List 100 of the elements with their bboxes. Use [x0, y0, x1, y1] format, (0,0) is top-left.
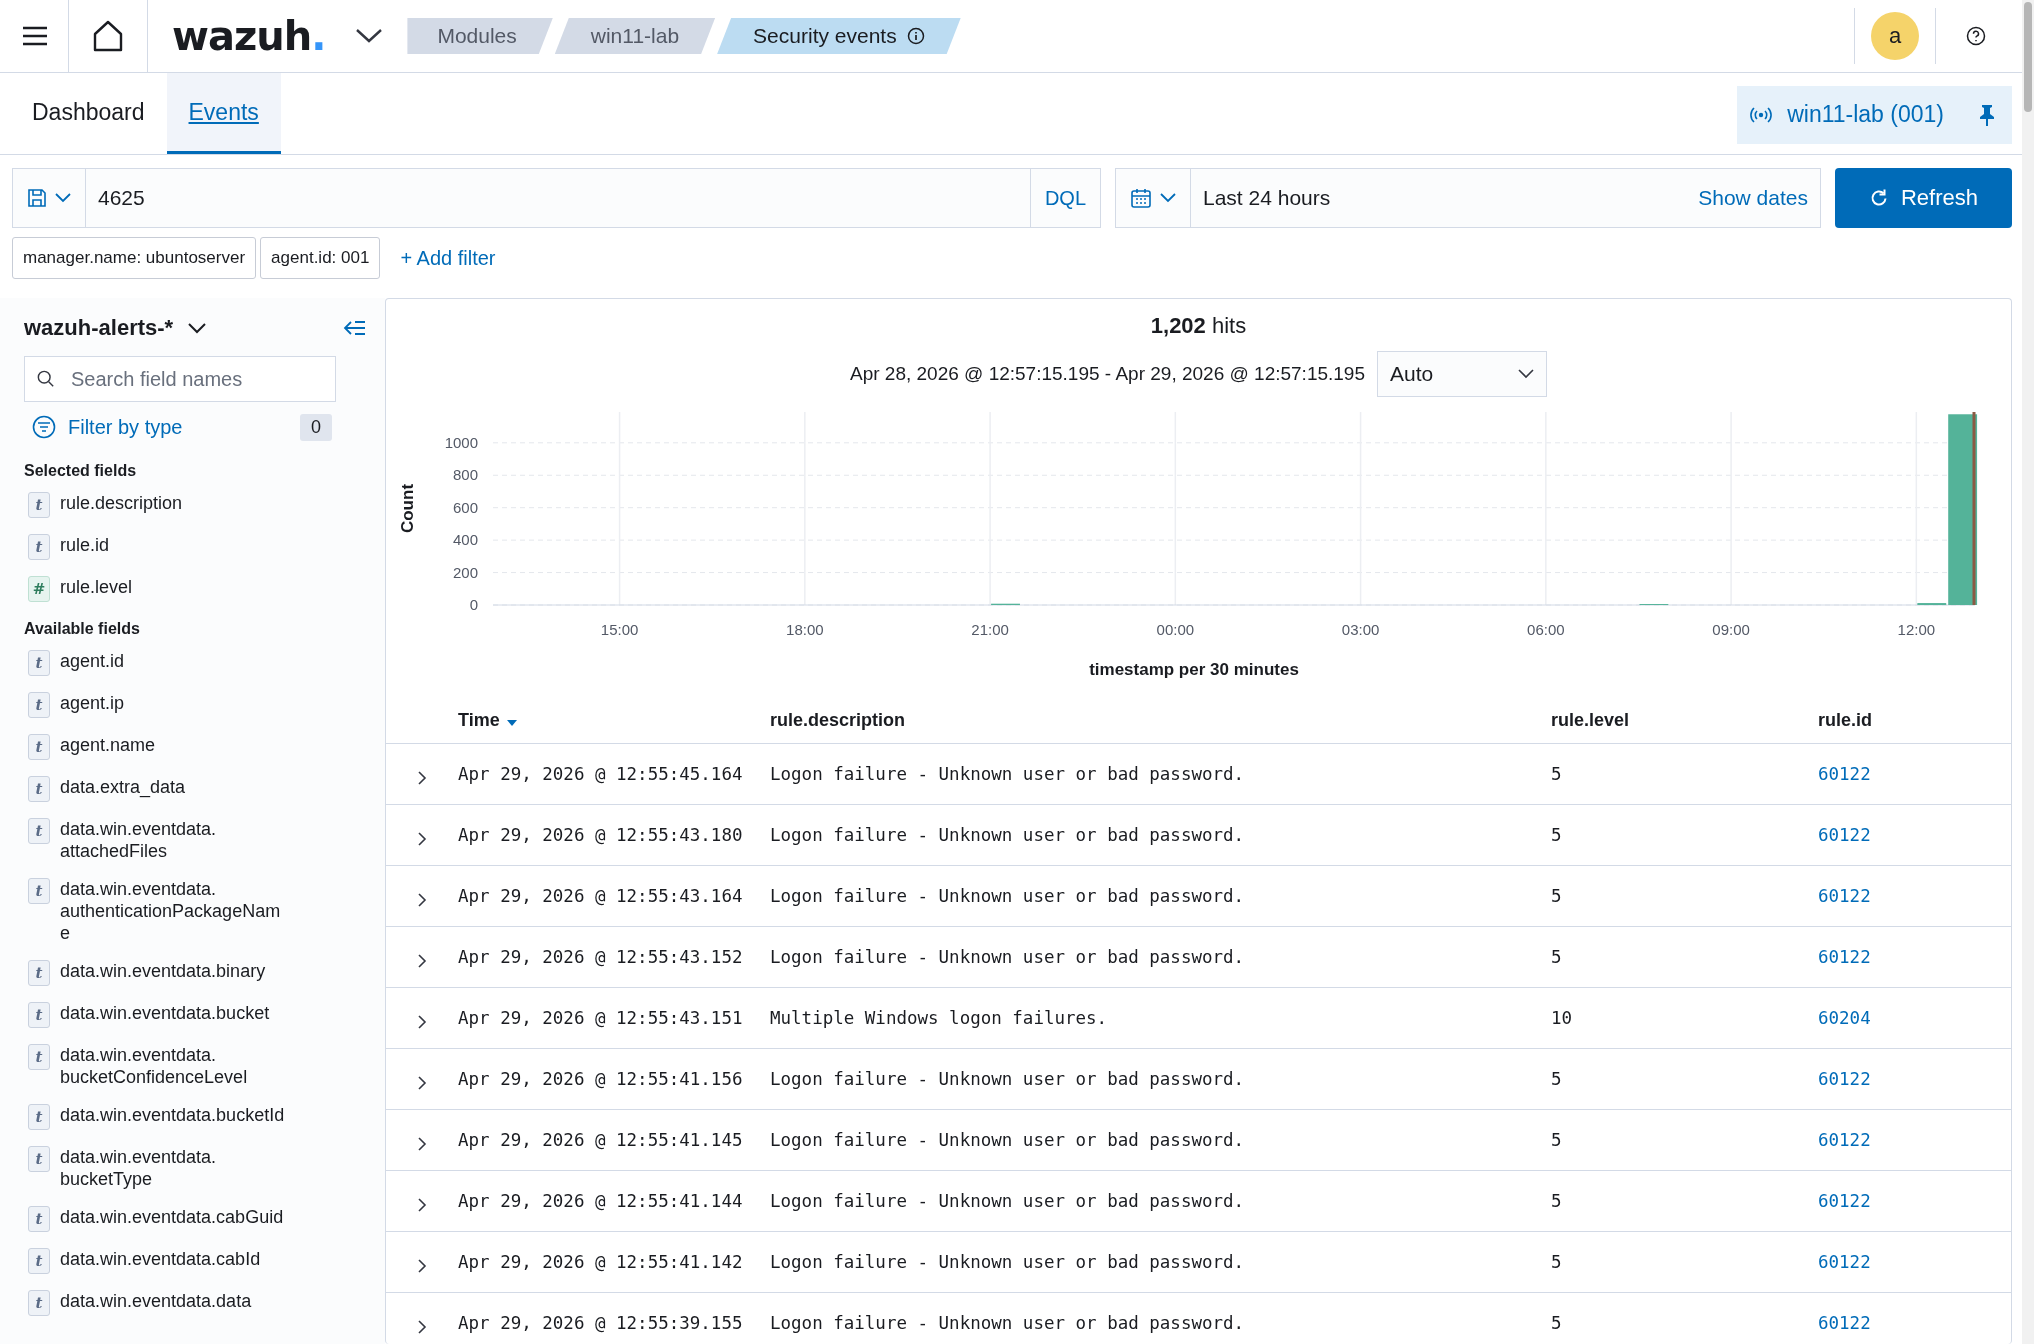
expand-icon[interactable] — [417, 831, 427, 847]
rule-id-link[interactable]: 60122 — [1818, 1130, 1871, 1150]
table-cell-text: Apr 29, 2026 @ 12:55:41.145 — [458, 1130, 744, 1150]
add-filter-link[interactable]: + Add filter — [400, 246, 496, 270]
x-tick-label: 03:00 — [1341, 621, 1380, 638]
field-type-icon: t — [28, 1206, 50, 1232]
expand-icon[interactable] — [417, 1014, 427, 1030]
column-header[interactable]: rule.id — [1818, 709, 1872, 731]
menu-icon[interactable] — [22, 26, 48, 46]
pin-icon[interactable] — [1978, 103, 1996, 126]
field-name[interactable]: data.win.eventdata.data — [60, 1290, 252, 1312]
antenna-icon — [1749, 104, 1774, 125]
refresh-button[interactable]: Refresh — [1835, 168, 2012, 228]
table-cell-text: 5 — [1551, 1191, 1563, 1211]
dql-button[interactable]: DQL — [1029, 168, 1101, 228]
expand-icon[interactable] — [417, 1075, 427, 1091]
field-name[interactable]: agent.ip — [60, 692, 125, 714]
table-cell-text: Logon failure - Unknown user or bad password. — [770, 1191, 1246, 1211]
table-cell-text: Apr 29, 2026 @ 12:55:43.151 — [458, 1008, 744, 1028]
field-name[interactable]: data.win.eventdata.binary — [60, 960, 266, 982]
rule-id-link[interactable]: 60122 — [1818, 764, 1871, 784]
x-tick-label: 18:00 — [786, 621, 824, 638]
expand-icon[interactable] — [417, 1258, 427, 1274]
field-name[interactable]: data.extra_data — [60, 776, 186, 798]
time-range-label[interactable]: Last 24 hours — [1191, 186, 1699, 210]
query-input[interactable]: 4625 — [86, 168, 1030, 228]
filter-pill[interactable]: manager.name: ubuntoserver — [12, 237, 257, 279]
breadcrumb[interactable]: Security events — [717, 18, 961, 54]
field-type-icon: t — [28, 650, 50, 676]
histogram-bar[interactable] — [1948, 414, 1978, 605]
column-header[interactable]: rule.level — [1551, 709, 1818, 731]
sort-icon[interactable] — [505, 719, 518, 727]
index-pattern-selector[interactable]: wazuh-alerts-* — [24, 315, 174, 341]
rule-id-link[interactable]: 60122 — [1818, 1313, 1871, 1333]
agent-label[interactable]: win11-lab (001) — [1787, 101, 1944, 128]
collapse-icon[interactable] — [343, 320, 367, 336]
field-name[interactable]: data.win.eventdata. attachedFiles — [60, 818, 217, 862]
user-avatar[interactable]: a — [1871, 12, 1919, 60]
rule-id-link[interactable]: 60122 — [1818, 886, 1871, 906]
column-header[interactable]: Time — [458, 709, 770, 731]
rule-id-link[interactable]: 60122 — [1818, 947, 1871, 967]
expand-icon[interactable] — [417, 1136, 427, 1152]
field-name[interactable]: data.win.eventdata. authenticationPackageNam e — [60, 878, 281, 944]
search-input[interactable]: Search field names — [69, 366, 323, 392]
show-dates-link[interactable]: Show dates — [1698, 186, 1820, 210]
field-type-icon: t — [28, 1248, 50, 1274]
field-name[interactable]: rule.id — [60, 534, 110, 556]
table-cell-text: 5 — [1551, 1130, 1563, 1150]
saved-query-button[interactable] — [12, 168, 86, 228]
section-title: Selected fields — [24, 462, 138, 480]
field-name[interactable]: data.win.eventdata.cabId — [60, 1248, 261, 1270]
table-cell-text: 5 — [1551, 764, 1563, 784]
help-icon[interactable] — [1966, 26, 1986, 46]
rule-id-link[interactable]: 60204 — [1818, 1008, 1871, 1028]
field-name[interactable]: rule.description — [60, 492, 183, 514]
table-cell-text: Logon failure - Unknown user or bad password. — [770, 886, 1246, 906]
rule-id-link[interactable]: 60122 — [1818, 1191, 1871, 1211]
search-field[interactable]: Search field names — [24, 356, 336, 402]
caret-icon[interactable] — [355, 28, 384, 44]
rule-id-link[interactable]: 60122 — [1818, 825, 1871, 845]
calendar-icon — [1130, 187, 1152, 209]
y-tick-label: 1000 — [444, 433, 478, 451]
breadcrumb[interactable]: win11-lab — [554, 18, 716, 54]
field-name[interactable]: agent.id — [60, 650, 125, 672]
expand-icon[interactable] — [417, 953, 427, 969]
x-tick-label: 15:00 — [600, 621, 639, 638]
rule-id-link[interactable]: 60122 — [1818, 1252, 1871, 1272]
home-icon[interactable] — [91, 19, 125, 53]
column-header[interactable]: rule.description — [770, 709, 1551, 731]
field-type-icon: t — [28, 960, 50, 986]
expand-icon[interactable] — [417, 892, 427, 908]
count-badge: 0 — [300, 413, 332, 441]
expand-icon[interactable] — [417, 770, 427, 786]
x-tick-label: 21:00 — [971, 621, 1009, 638]
field-name[interactable]: data.win.eventdata.bucketId — [60, 1104, 285, 1126]
expand-icon[interactable] — [417, 1319, 427, 1335]
field-name[interactable]: data.win.eventdata. bucketType — [60, 1146, 217, 1190]
filter-pill[interactable]: agent.id: 001 — [260, 237, 381, 279]
scrollbar[interactable] — [2022, 0, 2034, 1344]
tab[interactable]: Events — [166, 73, 281, 154]
field-name[interactable]: data.win.eventdata.cabGuid — [60, 1206, 284, 1228]
field-name[interactable]: data.win.eventdata. bucketConfidenceLevel — [60, 1044, 248, 1088]
expand-icon[interactable] — [417, 1197, 427, 1213]
y-tick-label: 200 — [452, 563, 478, 581]
wazuh-logo[interactable]: wazuh. — [172, 13, 326, 59]
filter-by-type-button[interactable]: Filter by type — [32, 415, 183, 439]
interval-select[interactable]: Auto — [1377, 351, 1547, 397]
y-tick-label: 400 — [452, 531, 478, 549]
rule-id-link[interactable]: 60122 — [1818, 1069, 1871, 1089]
field-name[interactable]: agent.name — [60, 734, 156, 756]
field-name[interactable]: rule.level — [60, 576, 133, 598]
caret-icon[interactable] — [187, 322, 208, 334]
field-name[interactable]: data.win.eventdata.bucket — [60, 1002, 270, 1024]
breadcrumb[interactable]: Modules — [407, 18, 553, 54]
date-range: Apr 28, 2026 @ 12:57:15.195 - Apr 29, 2026 @ 12:57:15.195 — [850, 363, 1365, 385]
tab[interactable]: Dashboard — [10, 73, 167, 154]
field-type-icon: t — [28, 1044, 50, 1070]
y-axis-title: Count — [398, 483, 417, 534]
field-type-icon: t — [28, 776, 50, 802]
agent-pill[interactable]: win11-lab (001) — [1737, 85, 2012, 144]
